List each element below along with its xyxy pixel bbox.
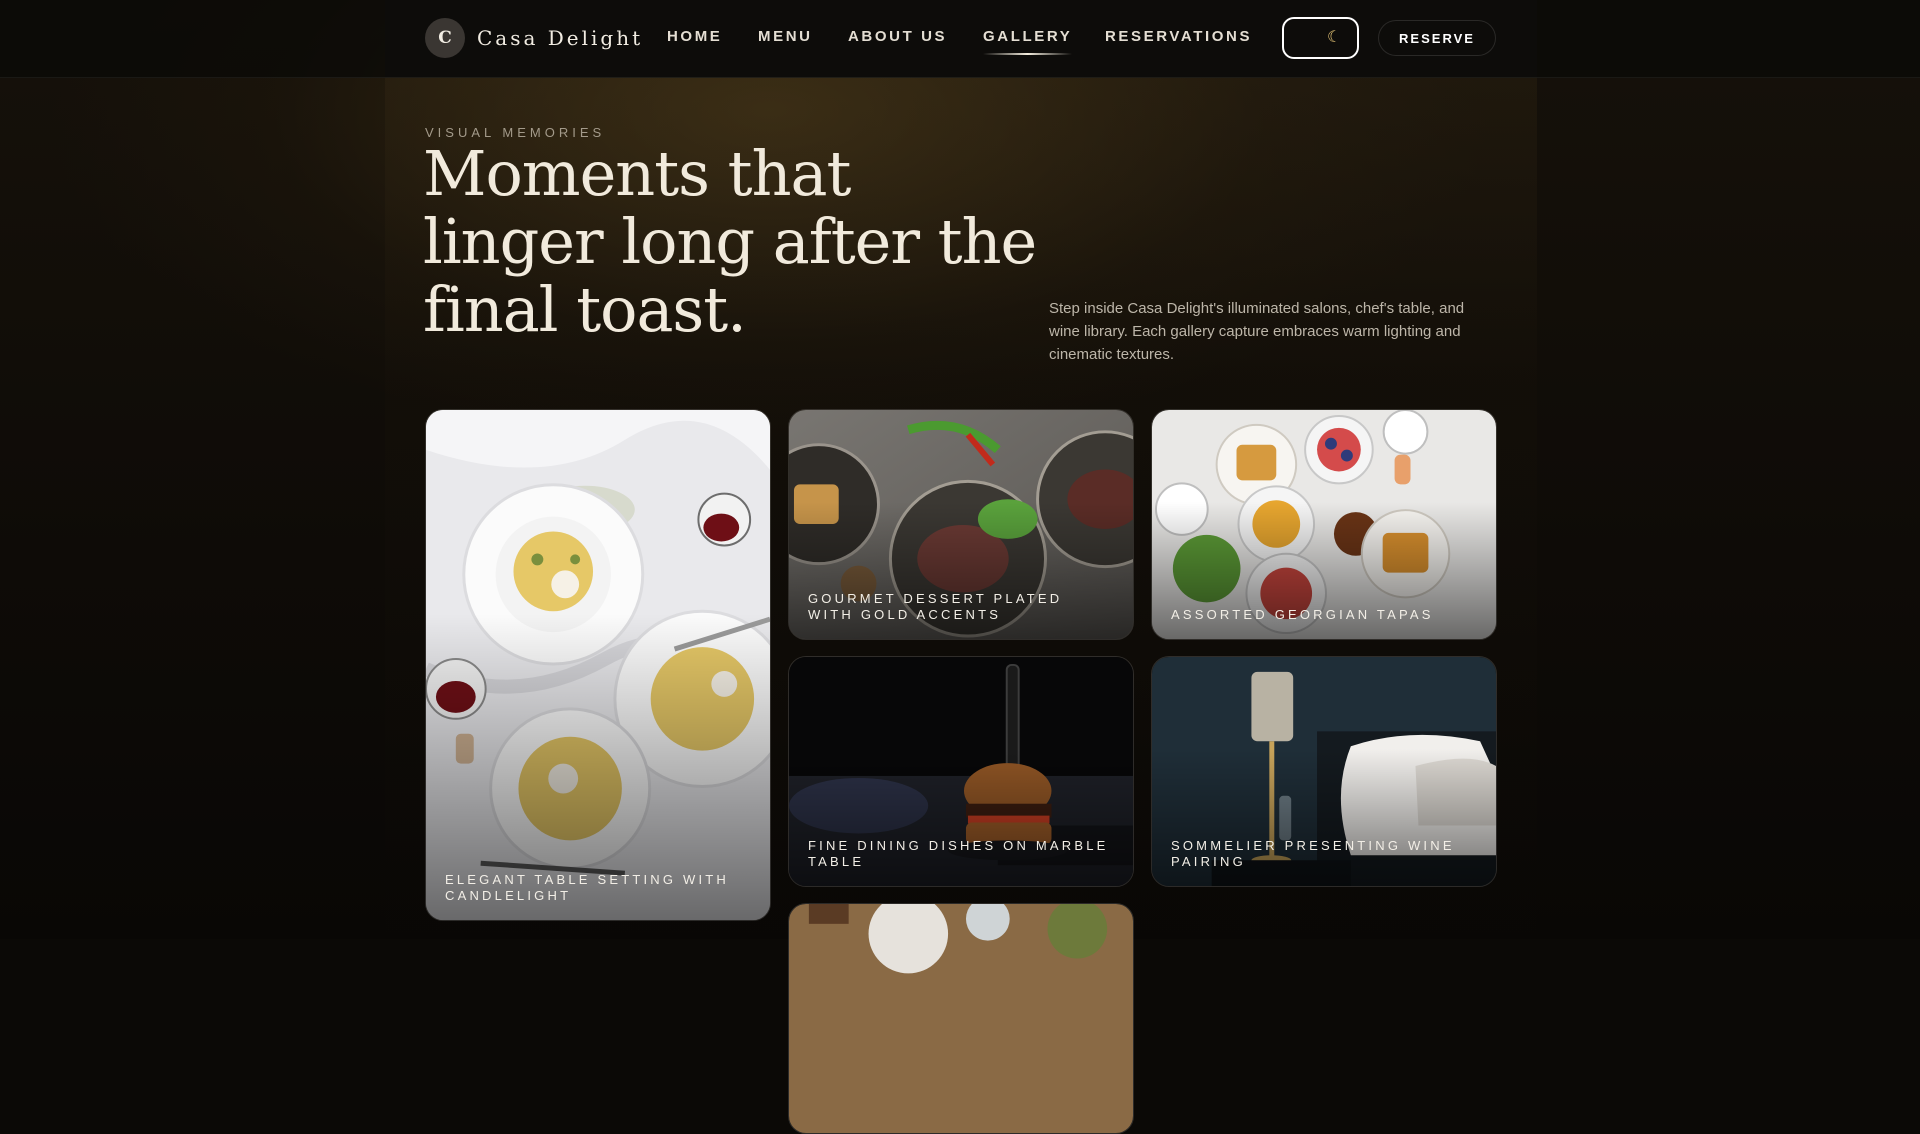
brand-name[interactable]: Casa Delight bbox=[477, 26, 643, 50]
nav-link-reservations[interactable]: RESERVATIONS bbox=[1105, 28, 1252, 45]
gallery-card-sommelier[interactable]: SOMMELIER PRESENTING WINE PAIRING bbox=[1151, 656, 1497, 887]
table-overhead-image bbox=[789, 904, 1133, 1133]
gallery-card-tapas[interactable]: ASSORTED GEORGIAN TAPAS bbox=[1151, 409, 1497, 640]
reserve-button[interactable]: RESERVE bbox=[1378, 20, 1496, 56]
nav-link-about-us[interactable]: ABOUT US bbox=[848, 28, 947, 45]
nav-link-menu[interactable]: MENU bbox=[758, 28, 813, 45]
gallery-card-partial[interactable] bbox=[788, 903, 1134, 1134]
active-underline bbox=[983, 53, 1073, 55]
page-title: Moments that linger long after the final… bbox=[423, 137, 1037, 346]
gallery-caption: SOMMELIER PRESENTING WINE PAIRING bbox=[1171, 838, 1455, 869]
nav-link-home[interactable]: HOME bbox=[667, 28, 722, 45]
nav-link-gallery[interactable]: GALLERY bbox=[983, 28, 1073, 55]
gallery-card-dessert[interactable]: GOURMET DESSERT PLATED WITH GOLD ACCENTS bbox=[788, 409, 1134, 640]
top-navigation: C Casa Delight HOME MENU ABOUT US GALLER… bbox=[0, 0, 1920, 78]
moon-icon: ☾ bbox=[1327, 29, 1342, 46]
intro-text: Step inside Casa Delight's illuminated s… bbox=[1049, 300, 1465, 363]
gallery-caption: GOURMET DESSERT PLATED WITH GOLD ACCENTS bbox=[808, 591, 1063, 622]
gallery-caption: ASSORTED GEORGIAN TAPAS bbox=[1171, 607, 1434, 622]
gallery-caption: ELEGANT TABLE SETTING WITH CANDLELIGHT bbox=[445, 872, 730, 903]
theme-toggle-button[interactable]: ☾ bbox=[1282, 17, 1359, 59]
gallery-caption: FINE DINING DISHES ON MARBLE TABLE bbox=[808, 838, 1109, 869]
gallery-card-table-setting[interactable]: ELEGANT TABLE SETTING WITH CANDLELIGHT bbox=[425, 409, 771, 921]
logo-badge[interactable]: C bbox=[425, 18, 465, 58]
gallery-card-fine-dining[interactable]: FINE DINING DISHES ON MARBLE TABLE bbox=[788, 656, 1134, 887]
nav-link-gallery-label: GALLERY bbox=[983, 28, 1073, 45]
